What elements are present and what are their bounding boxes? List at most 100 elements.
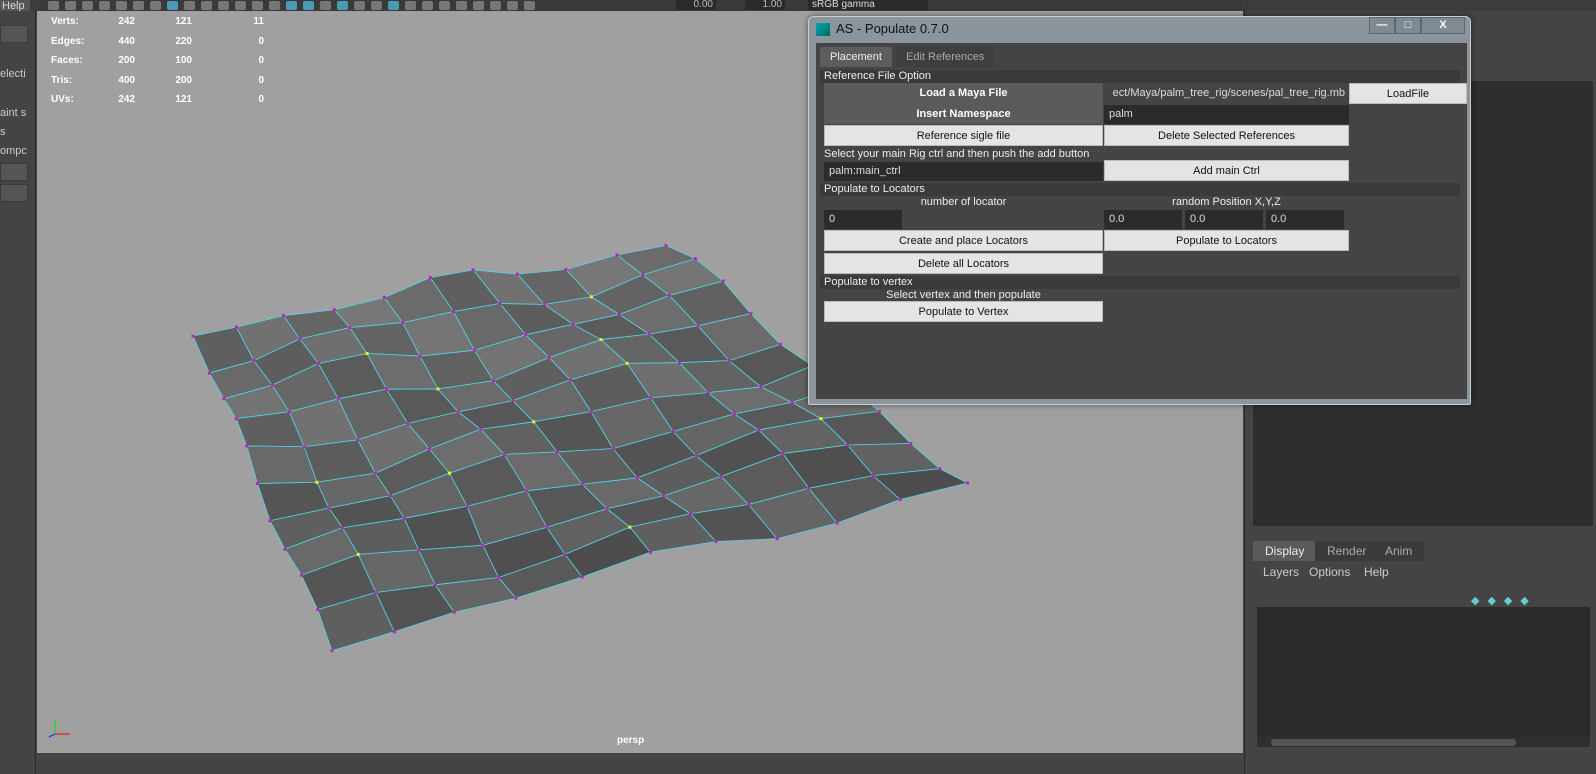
mesh-vertex[interactable] bbox=[336, 397, 340, 401]
mesh-vertex[interactable] bbox=[693, 257, 697, 261]
mesh-vertex[interactable] bbox=[759, 385, 763, 389]
mesh-vertex[interactable] bbox=[299, 573, 303, 577]
mesh-vertex[interactable] bbox=[330, 649, 334, 653]
toolbar-icon[interactable] bbox=[252, 1, 263, 10]
mesh-vertex[interactable] bbox=[648, 550, 652, 554]
mesh-vertex[interactable] bbox=[316, 608, 320, 612]
mesh-vertex[interactable] bbox=[617, 312, 621, 316]
mesh-vertex[interactable] bbox=[298, 337, 302, 341]
mesh-vertex[interactable] bbox=[222, 397, 226, 401]
mesh-vertex[interactable] bbox=[514, 596, 518, 600]
horizontal-scrollbar[interactable] bbox=[1257, 737, 1590, 747]
selected-vertex[interactable] bbox=[365, 351, 369, 355]
mesh-vertex[interactable] bbox=[465, 504, 469, 508]
mesh-vertex[interactable] bbox=[252, 359, 256, 363]
mesh-vertex[interactable] bbox=[481, 543, 485, 547]
toolbar-icon[interactable] bbox=[524, 1, 535, 10]
mesh-vertex[interactable] bbox=[580, 575, 584, 579]
toolbar-icon[interactable] bbox=[473, 1, 484, 10]
mesh-vertex[interactable] bbox=[605, 507, 609, 511]
mesh-vertex[interactable] bbox=[647, 332, 651, 336]
gamma-field[interactable]: 1.00 bbox=[745, 0, 785, 10]
toolbar-icon[interactable] bbox=[116, 1, 127, 10]
color-space-select[interactable]: sRGB gamma bbox=[808, 0, 928, 10]
mesh-vertex[interactable] bbox=[696, 324, 700, 328]
namespace-input[interactable]: palm bbox=[1104, 105, 1349, 124]
file-path-field[interactable]: ect/Maya/palm_tree_rig/scenes/pal_tree_r… bbox=[1104, 84, 1349, 103]
mesh-vertex[interactable] bbox=[542, 302, 546, 306]
toolbar-icon[interactable] bbox=[99, 1, 110, 10]
mesh-vertex[interactable] bbox=[384, 387, 388, 391]
mesh-vertex[interactable] bbox=[635, 476, 639, 480]
mesh-vertex[interactable] bbox=[545, 525, 549, 529]
mesh-vertex[interactable] bbox=[719, 474, 723, 478]
toolbar-icon[interactable] bbox=[490, 1, 501, 10]
toolbar-icon[interactable] bbox=[48, 1, 59, 10]
scrollbar-thumb[interactable] bbox=[1271, 739, 1516, 746]
main-ctrl-field[interactable]: palm:main_ctrl bbox=[824, 162, 1103, 181]
mesh-vertex[interactable] bbox=[401, 321, 405, 325]
tab-placement[interactable]: Placement bbox=[820, 47, 892, 67]
selected-vertex[interactable] bbox=[532, 420, 536, 424]
number-of-locator-input[interactable]: 0 bbox=[824, 210, 902, 229]
mesh-vertex[interactable] bbox=[571, 322, 575, 326]
mesh-vertex[interactable] bbox=[721, 279, 725, 283]
mesh-vertex[interactable] bbox=[877, 409, 881, 413]
toolbar-icon[interactable] bbox=[337, 1, 348, 10]
mesh-vertex[interactable] bbox=[524, 333, 528, 337]
mesh-vertex[interactable] bbox=[428, 276, 432, 280]
populate-locators-button[interactable]: Populate to Locators bbox=[1104, 230, 1349, 251]
selected-vertex[interactable] bbox=[436, 387, 440, 391]
toolbar-icon[interactable] bbox=[150, 1, 161, 10]
mesh-vertex[interactable] bbox=[234, 325, 238, 329]
mesh-vertex[interactable] bbox=[302, 445, 306, 449]
create-locators-button[interactable]: Create and place Locators bbox=[824, 230, 1103, 251]
toolbar-icon[interactable] bbox=[439, 1, 450, 10]
mesh-vertex[interactable] bbox=[515, 272, 519, 276]
layer-buttons-icon[interactable]: ◆◆◆◆ bbox=[1471, 594, 1537, 607]
mesh-vertex[interactable] bbox=[287, 410, 291, 414]
mesh-vertex[interactable] bbox=[747, 503, 751, 507]
mesh-vertex[interactable] bbox=[418, 354, 422, 358]
toolbar-icon[interactable] bbox=[82, 1, 93, 10]
tab-render[interactable]: Render bbox=[1315, 541, 1379, 561]
mesh-vertex[interactable] bbox=[402, 516, 406, 520]
maximize-button[interactable]: □ bbox=[1395, 17, 1421, 34]
mesh-vertex[interactable] bbox=[388, 494, 392, 498]
mesh-vertex[interactable] bbox=[417, 548, 421, 552]
populate-vertex-button[interactable]: Populate to Vertex bbox=[824, 301, 1103, 322]
mesh-vertex[interactable] bbox=[433, 583, 437, 587]
load-file-button[interactable]: LoadFile bbox=[1349, 83, 1467, 104]
mesh-vertex[interactable] bbox=[406, 421, 410, 425]
selected-vertex[interactable] bbox=[315, 480, 319, 484]
shaded-icon[interactable] bbox=[303, 1, 314, 10]
left-panel-item[interactable]: s bbox=[0, 126, 6, 138]
delete-locators-button[interactable]: Delete all Locators bbox=[824, 253, 1103, 274]
mesh-vertex[interactable] bbox=[706, 391, 710, 395]
toolbar-icon[interactable] bbox=[320, 1, 331, 10]
toolbar-icon[interactable] bbox=[201, 1, 212, 10]
mesh-vertex[interactable] bbox=[316, 361, 320, 365]
toolbar-icon[interactable] bbox=[218, 1, 229, 10]
mesh-vertex[interactable] bbox=[270, 383, 274, 387]
mesh-vertex[interactable] bbox=[938, 467, 942, 471]
mesh-vertex[interactable] bbox=[781, 452, 785, 456]
mesh-vertex[interactable] bbox=[456, 410, 460, 414]
mesh-vertex[interactable] bbox=[356, 438, 360, 442]
menu-layers[interactable]: Layers bbox=[1263, 565, 1299, 579]
mesh-vertex[interactable] bbox=[790, 400, 794, 404]
mesh-vertex[interactable] bbox=[641, 273, 645, 277]
toolbar-icon[interactable] bbox=[405, 1, 416, 10]
mesh-vertex[interactable] bbox=[525, 489, 529, 493]
left-panel-item[interactable]: ompc bbox=[0, 145, 27, 157]
wireframe-icon[interactable] bbox=[286, 1, 297, 10]
mesh-vertex[interactable] bbox=[327, 506, 331, 510]
selected-vertex[interactable] bbox=[447, 471, 451, 475]
mesh-vertex[interactable] bbox=[452, 310, 456, 314]
mesh-vertex[interactable] bbox=[649, 396, 653, 400]
mesh-vertex[interactable] bbox=[871, 474, 875, 478]
mesh-vertex[interactable] bbox=[373, 471, 377, 475]
mesh-vertex[interactable] bbox=[191, 334, 195, 338]
mesh-vertex[interactable] bbox=[245, 444, 249, 448]
mesh-vertex[interactable] bbox=[667, 293, 671, 297]
